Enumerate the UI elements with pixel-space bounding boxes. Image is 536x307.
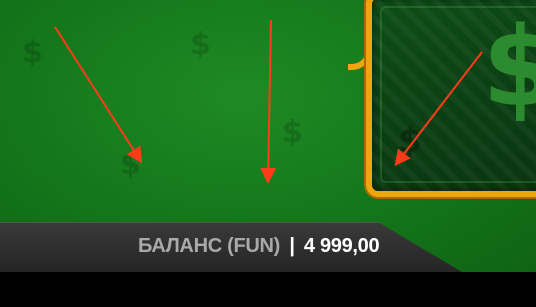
- balance-separator: |: [289, 235, 295, 257]
- annotation-arrow: [394, 51, 483, 167]
- game-screen: $ $ $ $ $ $ БАЛАНС (FUN) | 4 999,00: [0, 0, 536, 307]
- balance-display: БАЛАНС (FUN) | 4 999,00: [138, 235, 380, 258]
- balance-bar: БАЛАНС (FUN) | 4 999,00: [0, 222, 536, 272]
- balance-bar-edge: [0, 222, 380, 223]
- balance-label: БАЛАНС (FUN): [138, 235, 281, 257]
- annotation-arrow: [260, 19, 277, 184]
- balance-value: 4 999,00: [303, 235, 380, 257]
- annotation-arrow: [54, 26, 143, 164]
